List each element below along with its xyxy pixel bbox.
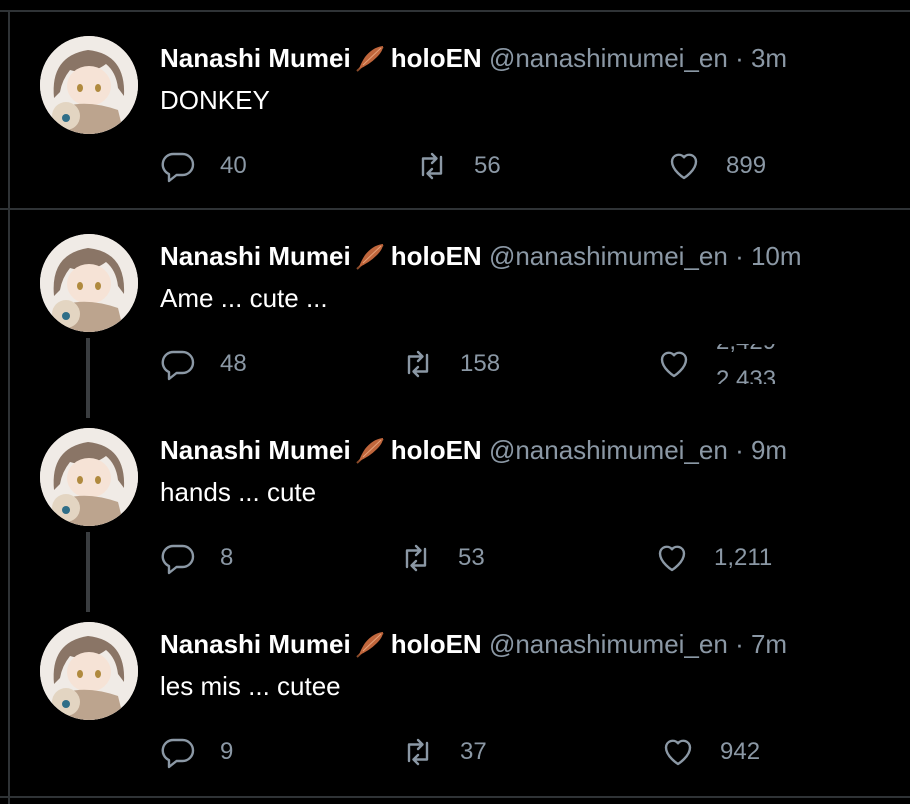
org-name[interactable]: holoEN bbox=[391, 629, 482, 659]
handle[interactable]: @nanashimumei_en bbox=[489, 241, 728, 271]
like-count-animating: 2,429 2,433 bbox=[716, 344, 806, 384]
retweet-count: 158 bbox=[460, 350, 501, 377]
tweet[interactable]: Nanashi Mumei holoEN @nanashimumei_en · 1… bbox=[0, 210, 910, 418]
retweet-count: 56 bbox=[474, 152, 501, 179]
like-count: 899 bbox=[726, 152, 767, 179]
tweet-text: hands ... cute bbox=[160, 477, 317, 507]
avatar[interactable] bbox=[40, 36, 138, 134]
tweet-header: Nanashi Mumei holoEN @nanashimumei_en · 9… bbox=[160, 434, 787, 466]
tweet[interactable]: Nanashi Mumei holoEN @nanashimumei_en · 3… bbox=[0, 12, 910, 208]
display-name[interactable]: Nanashi Mumei bbox=[160, 629, 351, 659]
handle[interactable]: @nanashimumei_en bbox=[489, 629, 728, 659]
display-name[interactable]: Nanashi Mumei bbox=[160, 43, 351, 73]
retweet-icon bbox=[407, 738, 429, 766]
retweet-button[interactable]: 53 bbox=[398, 538, 485, 578]
retweet-button[interactable]: 158 bbox=[400, 344, 500, 384]
reply-count: 48 bbox=[220, 350, 247, 377]
tweet-header: Nanashi Mumei holoEN @nanashimumei_en · 7… bbox=[160, 628, 787, 660]
org-name[interactable]: holoEN bbox=[391, 43, 482, 73]
handle[interactable]: @nanashimumei_en bbox=[489, 43, 728, 73]
reply-count: 9 bbox=[220, 738, 234, 765]
reply-icon bbox=[161, 544, 195, 575]
feather-emoji-icon bbox=[356, 244, 384, 270]
like-button[interactable]: 942 bbox=[660, 732, 760, 772]
org-name[interactable]: holoEN bbox=[391, 241, 482, 271]
tweet-text: DONKEY bbox=[160, 85, 270, 115]
avatar[interactable] bbox=[40, 234, 138, 332]
separator: · bbox=[735, 435, 744, 465]
reply-icon bbox=[161, 738, 195, 769]
display-name[interactable]: Nanashi Mumei bbox=[160, 435, 351, 465]
retweet-button[interactable]: 56 bbox=[414, 146, 501, 186]
tweet-text: Ame ... cute ... bbox=[160, 283, 328, 313]
separator: · bbox=[735, 43, 744, 73]
like-count: 942 bbox=[720, 738, 761, 765]
heart-icon bbox=[658, 545, 686, 572]
retweet-icon bbox=[407, 350, 429, 378]
separator: · bbox=[735, 241, 744, 271]
feather-emoji-icon bbox=[356, 438, 384, 464]
display-name[interactable]: Nanashi Mumei bbox=[160, 241, 351, 271]
tweet[interactable]: Nanashi Mumei holoEN @nanashimumei_en · 9… bbox=[0, 404, 910, 612]
like-button[interactable]: 1,211 bbox=[654, 538, 772, 578]
like-button[interactable]: 2,429 2,433 bbox=[656, 344, 806, 384]
like-count: 2,433 bbox=[716, 366, 777, 384]
retweet-count: 53 bbox=[458, 544, 485, 571]
org-name[interactable]: holoEN bbox=[391, 435, 482, 465]
reply-button[interactable]: 48 bbox=[160, 344, 247, 384]
handle[interactable]: @nanashimumei_en bbox=[489, 435, 728, 465]
like-button[interactable]: 899 bbox=[666, 146, 766, 186]
tweet[interactable]: Nanashi Mumei holoEN @nanashimumei_en · 7… bbox=[0, 598, 910, 794]
heart-icon bbox=[660, 351, 688, 378]
retweet-button[interactable]: 37 bbox=[400, 732, 487, 772]
timestamp[interactable]: 9m bbox=[751, 435, 787, 465]
feather-emoji-icon bbox=[356, 632, 384, 658]
reply-icon bbox=[161, 152, 195, 183]
timestamp[interactable]: 10m bbox=[751, 241, 802, 271]
timestamp[interactable]: 7m bbox=[751, 629, 787, 659]
tweet-header: Nanashi Mumei holoEN @nanashimumei_en · 1… bbox=[160, 240, 802, 272]
tweet-header: Nanashi Mumei holoEN @nanashimumei_en · 3… bbox=[160, 42, 787, 74]
like-count-previous: 2,429 bbox=[716, 344, 776, 356]
reply-button[interactable]: 9 bbox=[160, 732, 233, 772]
like-count: 1,211 bbox=[714, 544, 773, 571]
tweet-text: les mis ... cutee bbox=[160, 671, 341, 701]
heart-icon bbox=[664, 739, 692, 766]
retweet-count: 37 bbox=[460, 738, 487, 765]
retweet-icon bbox=[421, 152, 443, 180]
reply-count: 40 bbox=[220, 152, 247, 179]
bottom-divider bbox=[0, 796, 910, 798]
reply-count: 8 bbox=[220, 544, 234, 571]
feather-emoji-icon bbox=[356, 46, 384, 72]
avatar[interactable] bbox=[40, 428, 138, 526]
separator: · bbox=[735, 629, 744, 659]
reply-button[interactable]: 8 bbox=[160, 538, 233, 578]
timestamp[interactable]: 3m bbox=[751, 43, 787, 73]
reply-icon bbox=[161, 350, 195, 381]
heart-icon bbox=[670, 153, 698, 180]
retweet-icon bbox=[405, 544, 427, 572]
avatar[interactable] bbox=[40, 622, 138, 720]
reply-button[interactable]: 40 bbox=[160, 146, 247, 186]
